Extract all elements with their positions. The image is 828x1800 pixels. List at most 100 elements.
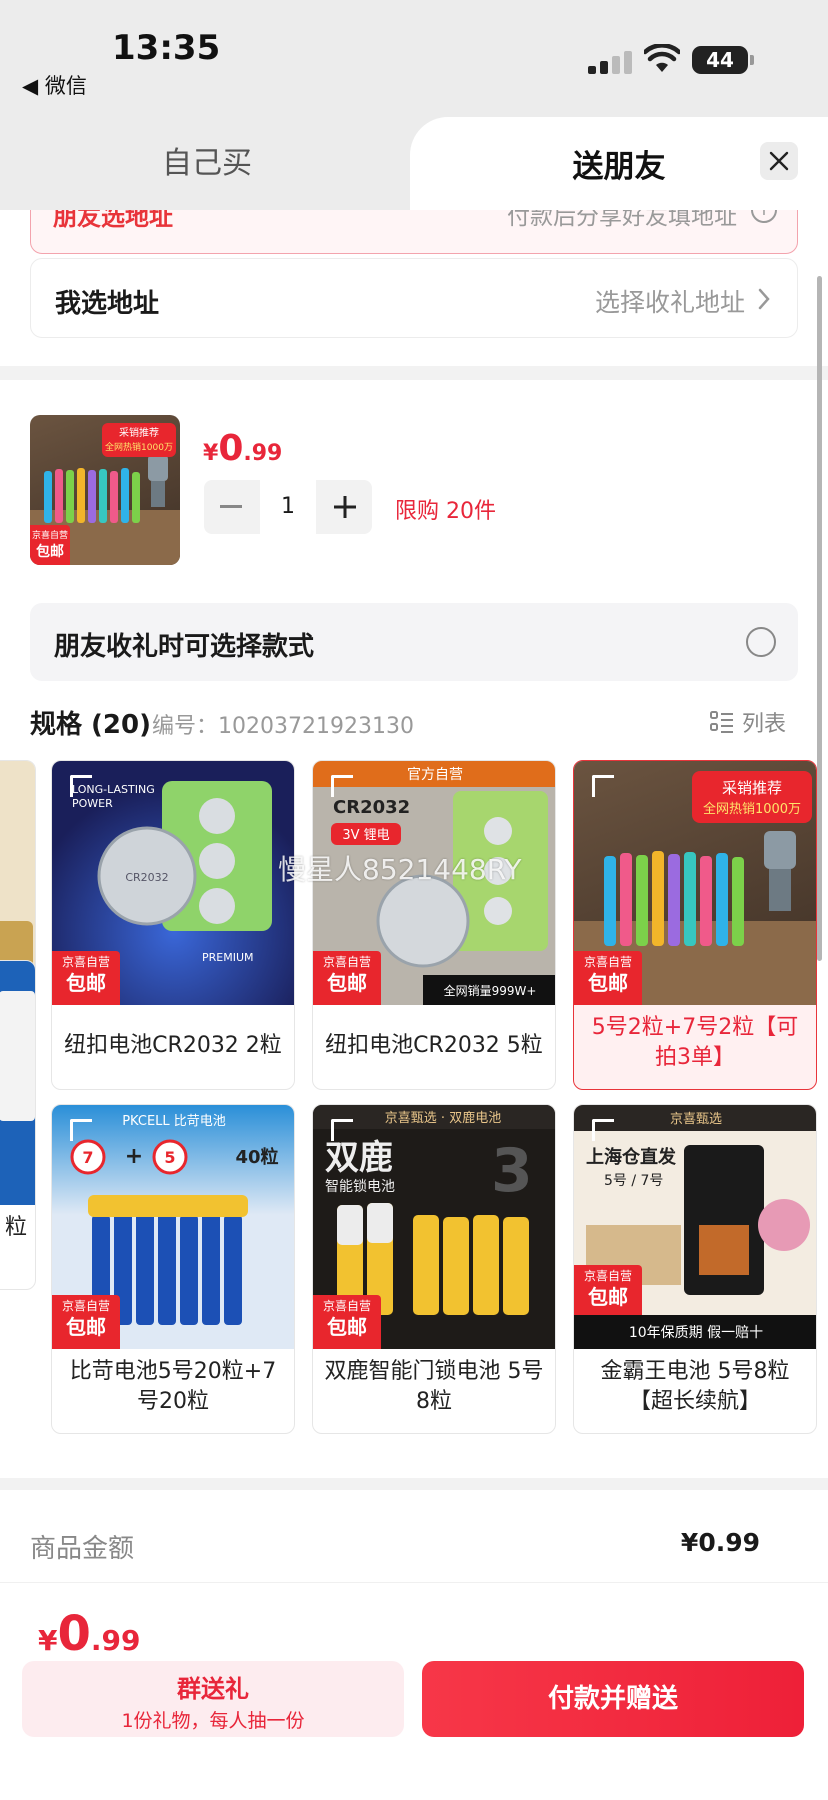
product-badge: 京喜自营 包邮 <box>30 525 70 565</box>
svg-text:京喜甄选: 京喜甄选 <box>670 1112 722 1127</box>
product-price: ¥0.99 <box>203 428 282 469</box>
specs-number: 编号：10203721923130 <box>152 708 414 740</box>
amount-label: 商品金额 <box>30 1534 135 1564</box>
list-icon <box>710 711 733 733</box>
price-symbol: ¥ <box>203 441 219 466</box>
back-to-wechat-link[interactable]: ◀ 微信 <box>22 70 87 100</box>
spec-card[interactable]: 官方自营 CR2032 3V 锂电 全网销量999W+ 京喜自营 包邮 纽扣电池C… <box>312 760 556 1090</box>
svg-text:采销推荐: 采销推荐 <box>119 426 159 439</box>
badge-top-text: 京喜自营 <box>583 1269 632 1283</box>
product-image[interactable]: 采销推荐 全网热销1000万 京喜自营 包邮 <box>30 415 180 565</box>
svg-text:5: 5 <box>164 1148 175 1167</box>
svg-text:5号 / 7号: 5号 / 7号 <box>604 1173 663 1189</box>
badge-bottom-text: 包邮 <box>66 971 106 995</box>
expand-icon[interactable] <box>331 1119 353 1141</box>
quantity-stepper: 1 <box>204 480 372 534</box>
purchase-limit: 限购 20件 <box>395 499 496 524</box>
checkout-footer: 商品金额 ¥0.99 ¥0.99 群送礼 1份礼物，每人抽一份 付款并赠送 <box>0 1478 828 1800</box>
expand-icon[interactable] <box>592 1119 614 1141</box>
spec-badge: 京喜自营 包邮 <box>313 1295 381 1349</box>
list-view-label: 列表 <box>742 712 787 737</box>
tab-buy-self[interactable]: 自己买 <box>0 110 414 210</box>
info-icon[interactable]: i <box>751 210 777 223</box>
section-divider <box>0 366 828 380</box>
svg-text:10年保质期 假一赔十: 10年保质期 假一赔十 <box>629 1325 763 1341</box>
svg-text:7: 7 <box>82 1148 93 1167</box>
decrease-button[interactable] <box>204 480 258 534</box>
total-price: ¥0.99 <box>38 1606 141 1662</box>
spec-name: 纽扣电池CR2032 2粒 <box>64 1033 282 1058</box>
spec-name: 金霸王电池 5号8粒【超长续航】 <box>600 1359 790 1414</box>
spec-card-partial[interactable]: 粒 <box>0 960 36 1290</box>
specs-title: 规格 (20) <box>30 710 151 740</box>
battery-icon: 44 <box>692 46 754 74</box>
spec-card-selected[interactable]: 采销推荐 全网热销1000万 京喜自营 包邮 5号2粒+7号2粒【可拍3单】 <box>573 760 817 1090</box>
expand-icon[interactable] <box>70 1119 92 1141</box>
expand-icon[interactable] <box>592 775 614 797</box>
spec-badge: 京喜自营 包邮 <box>52 1295 120 1349</box>
badge-top-text: 京喜自营 <box>61 1299 110 1313</box>
total-decimal: .99 <box>90 1624 141 1657</box>
status-bar: 13:35 ◀ 微信 44 <box>0 0 828 110</box>
badge-bottom-text: 包邮 <box>327 971 367 995</box>
my-address-option[interactable]: 我选地址 选择收礼地址 <box>30 258 798 338</box>
svg-text:POWER: POWER <box>72 797 113 810</box>
spec-card[interactable]: CR2032 LONG-LASTING POWER PREMIUM 京喜自营 包邮… <box>51 760 295 1090</box>
footer-divider <box>0 1582 828 1583</box>
spec-name: 比苛电池5号20粒+7号20粒 <box>69 1359 277 1414</box>
svg-text:全网热销1000万: 全网热销1000万 <box>703 801 801 817</box>
svg-text:+: + <box>125 1144 143 1169</box>
total-integer: 0 <box>57 1606 91 1662</box>
badge-top-text: 京喜自营 <box>322 955 371 969</box>
quantity-input[interactable]: 1 <box>260 480 316 534</box>
badge-bottom-text: 包邮 <box>327 1315 367 1339</box>
svg-text:官方自营: 官方自营 <box>407 767 463 783</box>
spec-badge: 京喜自营 包邮 <box>574 1265 642 1315</box>
increase-button[interactable] <box>318 480 372 534</box>
badge-top-text: 京喜自营 <box>61 955 110 969</box>
price-decimal: .99 <box>243 441 283 466</box>
amount-value: ¥0.99 <box>680 1528 760 1557</box>
select-address-action: 选择收礼地址 <box>594 288 745 317</box>
watermark-text: 慢星人8521448RY <box>278 853 522 886</box>
close-button[interactable] <box>760 142 798 180</box>
group-gift-button[interactable]: 群送礼 1份礼物，每人抽一份 <box>22 1661 404 1737</box>
spec-name: 纽扣电池CR2032 5粒 <box>325 1033 543 1058</box>
badge-top-text: 京喜自营 <box>322 1299 371 1313</box>
expand-icon[interactable] <box>331 775 353 797</box>
pay-and-gift-button[interactable]: 付款并赠送 <box>422 1661 804 1737</box>
badge-bottom-text: 包邮 <box>36 544 64 560</box>
spec-name: 双鹿智能门锁电池 5号8粒 <box>324 1359 544 1414</box>
choose-style-radio[interactable] <box>746 627 776 657</box>
spec-card[interactable]: 京喜甄选 上海仓直发 5号 / 7号 10年保质期 假一赔十 京喜自营 包邮 金霸… <box>573 1104 817 1434</box>
badge-bottom-text: 包邮 <box>588 1285 628 1309</box>
spec-badge: 京喜自营 包邮 <box>52 951 120 1005</box>
list-view-button[interactable]: 列表 <box>710 706 786 738</box>
wifi-icon <box>644 44 680 72</box>
svg-text:CR2032: CR2032 <box>333 797 410 818</box>
gift-mode-tabs: 自己买 送朋友 <box>0 110 828 210</box>
badge-bottom-text: 包邮 <box>66 1315 106 1339</box>
cellular-signal-icon <box>588 51 632 74</box>
svg-text:双鹿: 双鹿 <box>325 1138 393 1178</box>
status-time: 13:35 <box>112 28 221 68</box>
price-integer: 0 <box>218 428 244 469</box>
spec-badge: 京喜自营 包邮 <box>313 951 381 1005</box>
badge-top-text: 京喜自营 <box>31 531 68 541</box>
svg-text:全网热销1000万: 全网热销1000万 <box>105 441 173 453</box>
spec-card[interactable]: PKCELL 比苛电池 7 5 + 40粒 京喜自营 包邮 比苛电池5号20粒+7… <box>51 1104 295 1434</box>
friend-choose-style-option[interactable]: 朋友收礼时可选择款式 <box>30 603 798 681</box>
svg-text:全网销量999W+: 全网销量999W+ <box>444 983 537 998</box>
friend-address-option[interactable]: 朋友选地址 付款后分享好友填地址 i <box>30 210 798 254</box>
total-symbol: ¥ <box>38 1624 58 1657</box>
plus-icon <box>334 496 356 518</box>
spec-badge: 京喜自营 包邮 <box>574 951 642 1005</box>
badge-bottom-text: 包邮 <box>588 971 628 995</box>
spec-card[interactable]: 京喜甄选 · 双鹿电池 双鹿 智能锁电池 3 京喜自营 包邮 双鹿智能门锁电池 5… <box>312 1104 556 1434</box>
svg-text:PREMIUM: PREMIUM <box>202 951 254 964</box>
expand-icon[interactable] <box>70 775 92 797</box>
close-icon <box>769 151 789 171</box>
scrollbar[interactable] <box>817 276 822 961</box>
svg-text:智能锁电池: 智能锁电池 <box>325 1179 395 1195</box>
svg-text:3: 3 <box>491 1136 533 1206</box>
